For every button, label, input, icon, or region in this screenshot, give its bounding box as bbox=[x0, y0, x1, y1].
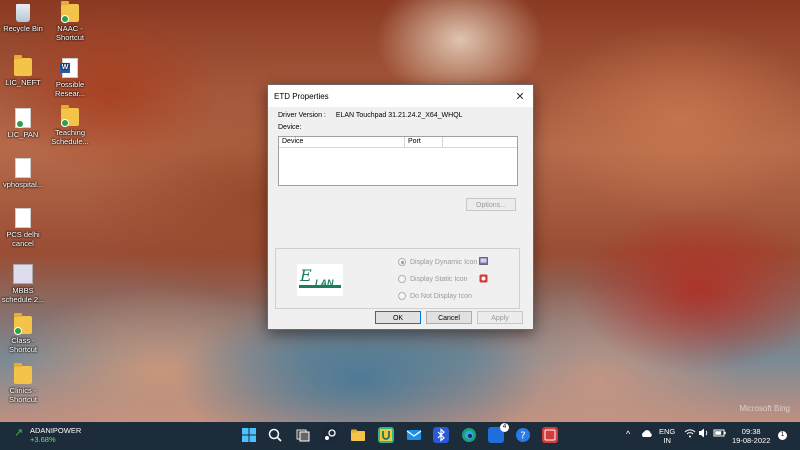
dynamic-touchpad-icon bbox=[479, 257, 488, 265]
help-icon[interactable]: ? bbox=[515, 427, 531, 443]
desktop-icon-label: Teaching Schedule... bbox=[51, 128, 89, 146]
etd-properties-dialog: ETD Properties ✕ Driver Version : ELAN T… bbox=[267, 84, 534, 330]
dialog-title: ETD Properties bbox=[274, 91, 329, 101]
desktop-icon-label: Recycle Bin bbox=[3, 24, 43, 33]
document-icon bbox=[15, 158, 31, 178]
radio-checked-icon bbox=[398, 258, 406, 266]
battery-icon[interactable] bbox=[713, 427, 727, 439]
svg-text:?: ? bbox=[520, 431, 525, 442]
search-icon[interactable] bbox=[267, 427, 283, 443]
document-icon bbox=[15, 208, 31, 228]
elan-logo: E LAN bbox=[297, 264, 343, 296]
volume-icon[interactable] bbox=[698, 427, 710, 439]
app-u-icon[interactable] bbox=[378, 427, 394, 443]
desktop-icon-lic-neft[interactable]: LIC_NEFT bbox=[0, 55, 46, 87]
clock-time: 09:38 bbox=[741, 427, 761, 436]
clock[interactable]: 09:38 19-08-2022 bbox=[732, 427, 770, 445]
taskbar: ↗ ADANIPOWER +3.68% 4 ? ^ ENG IN 09:38 1… bbox=[0, 422, 800, 450]
folder-icon bbox=[14, 313, 32, 335]
radio-unchecked-icon bbox=[398, 275, 406, 283]
folder-icon bbox=[61, 105, 79, 127]
start-windows-icon[interactable] bbox=[241, 427, 257, 443]
desktop-icon-class[interactable]: Class - Shortcut bbox=[0, 313, 46, 354]
radio-display-static-icon[interactable]: Display Static Icon bbox=[398, 275, 468, 283]
folder-icon bbox=[14, 363, 32, 384]
desktop-icon-label: LIC_PAN bbox=[7, 130, 39, 139]
desktop-icon-label: LIC_NEFT bbox=[5, 78, 41, 87]
options-button[interactable]: Options... bbox=[466, 198, 516, 211]
tray-icon-groupbox: E LAN Display Dynamic Icon Display Stati… bbox=[275, 248, 520, 309]
device-list-header: Device Port bbox=[279, 137, 517, 148]
desktop-icon-clinics[interactable]: Clinics - Shortcut bbox=[0, 363, 46, 404]
desktop-icon-label: vphospital... bbox=[2, 180, 44, 189]
notifications-badge[interactable]: 1 bbox=[778, 431, 787, 440]
desktop-icon-label: PCS delhi cancel bbox=[6, 230, 40, 248]
desktop-icon-naac[interactable]: NAAC - Shortcut bbox=[47, 1, 93, 42]
document-icon bbox=[15, 108, 31, 128]
stock-name: ADANIPOWER bbox=[30, 426, 82, 435]
desktop-icon-label: Possible Resear... bbox=[54, 80, 85, 98]
close-icon[interactable]: ✕ bbox=[513, 90, 527, 103]
task-view-icon[interactable] bbox=[295, 427, 311, 443]
static-touchpad-icon bbox=[479, 274, 488, 283]
onedrive-cloud-icon[interactable] bbox=[640, 427, 654, 441]
radio-display-dynamic-icon[interactable]: Display Dynamic Icon bbox=[398, 258, 477, 266]
apply-button[interactable]: Apply bbox=[477, 311, 523, 324]
store-app-icon[interactable]: 4 bbox=[488, 423, 509, 443]
device-list[interactable]: Device Port bbox=[278, 136, 518, 186]
clock-date: 19-08-2022 bbox=[732, 436, 771, 445]
driver-version-row: Driver Version : ELAN Touchpad 31.21.24.… bbox=[278, 112, 463, 119]
word-document-icon bbox=[60, 58, 78, 78]
dialog-titlebar[interactable]: ETD Properties ✕ bbox=[268, 85, 533, 107]
device-label: Device: bbox=[278, 124, 302, 131]
recycle-bin-icon bbox=[16, 4, 30, 22]
file-explorer-icon[interactable] bbox=[350, 427, 366, 443]
ok-button[interactable]: OK bbox=[375, 311, 421, 324]
steam-app-icon[interactable] bbox=[322, 427, 338, 443]
bing-watermark: Microsoft Bing bbox=[739, 404, 790, 413]
driver-version-label: Driver Version : bbox=[278, 112, 326, 119]
desktop-icon-label: Class - Shortcut bbox=[9, 336, 37, 354]
column-device[interactable]: Device bbox=[279, 137, 405, 147]
language-indicator[interactable]: ENG IN bbox=[659, 427, 675, 445]
folder-icon bbox=[61, 1, 79, 23]
desktop-icon-label: MBBS schedule 2... bbox=[1, 286, 45, 304]
chevron-up-icon[interactable]: ^ bbox=[626, 430, 630, 439]
desktop-icon-lic-pan[interactable]: LIC_PAN bbox=[0, 108, 46, 139]
desktop-icon-recycle-bin[interactable]: Recycle Bin bbox=[0, 4, 46, 33]
wifi-icon[interactable] bbox=[684, 427, 696, 439]
desktop-icon-mbbs-schedule[interactable]: MBBS schedule 2... bbox=[0, 264, 46, 304]
cancel-button[interactable]: Cancel bbox=[426, 311, 472, 324]
touchpad-app-icon[interactable] bbox=[542, 427, 558, 443]
desktop-icon-label: NAAC - Shortcut bbox=[56, 24, 84, 42]
stock-change: +3.68% bbox=[30, 435, 56, 444]
mail-icon[interactable] bbox=[406, 427, 422, 443]
driver-version-value: ELAN Touchpad 31.21.24.2_X64_WHQL bbox=[335, 112, 463, 119]
desktop-icon-pcs-delhi[interactable]: PCS delhi cancel bbox=[0, 208, 46, 248]
desktop-icon-possible-research[interactable]: Possible Resear... bbox=[47, 58, 93, 98]
radio-do-not-display-icon[interactable]: Do Not Display Icon bbox=[398, 292, 472, 300]
notification-count-badge: 4 bbox=[500, 423, 509, 432]
radio-unchecked-icon bbox=[398, 292, 406, 300]
desktop-icon-vphospital[interactable]: vphospital... bbox=[0, 158, 46, 189]
desktop-icon-label: Clinics - Shortcut bbox=[9, 386, 37, 404]
desktop-icon-teaching-schedule[interactable]: Teaching Schedule... bbox=[47, 105, 93, 146]
folder-icon bbox=[14, 55, 32, 76]
column-port[interactable]: Port bbox=[405, 137, 443, 147]
trend-up-icon: ↗ bbox=[14, 427, 24, 439]
edge-browser-icon[interactable] bbox=[461, 427, 477, 443]
bluetooth-app-icon[interactable] bbox=[433, 427, 449, 443]
stock-widget[interactable]: ↗ ADANIPOWER +3.68% bbox=[14, 426, 81, 444]
image-file-icon bbox=[13, 264, 33, 284]
